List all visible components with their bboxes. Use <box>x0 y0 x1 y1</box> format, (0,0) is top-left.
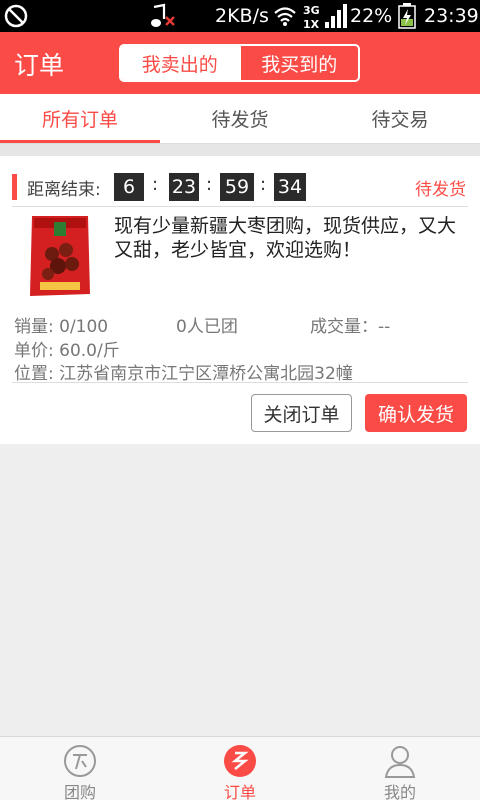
signal-icon: 3G 1X <box>303 4 347 30</box>
segment-sold[interactable]: 我卖出的 <box>121 46 239 80</box>
section-gap <box>0 144 480 156</box>
confirm-shipment-button[interactable]: 确认发货 <box>365 394 467 432</box>
product-description: 现有少量新疆大枣团购，现货供应，又大又甜，老少皆宜，欢迎选购！ <box>114 215 457 261</box>
nav-orders[interactable]: 订单 <box>160 737 320 800</box>
close-order-button[interactable]: 关闭订单 <box>251 394 352 432</box>
countdown-label: 距离结束: <box>27 180 101 200</box>
tab-pending-shipment[interactable]: 待发货 <box>160 94 320 143</box>
battery-percent: 22% <box>350 5 393 27</box>
countdown-hours: 23 <box>169 173 199 201</box>
nav-label: 我的 <box>383 783 416 800</box>
orders-icon <box>224 745 256 777</box>
product-image[interactable] <box>28 214 92 300</box>
nav-label: 订单 <box>223 783 256 800</box>
joined-count: 0人已团 <box>176 317 238 337</box>
tab-pending-trade[interactable]: 待交易 <box>320 94 480 143</box>
music-muted-icon <box>151 3 175 27</box>
battery-charging-icon <box>398 3 416 29</box>
role-segment-control: 我卖出的 我买到的 <box>119 44 360 82</box>
countdown-days: 6 <box>114 173 144 201</box>
sales-count: 销量: 0/100 <box>14 317 109 337</box>
group-buy-icon <box>64 745 96 777</box>
divider <box>12 382 468 383</box>
countdown-separator: : <box>152 174 159 195</box>
countdown-separator: : <box>206 174 213 195</box>
profile-icon <box>384 746 416 778</box>
accent-bar <box>12 174 17 200</box>
net-speed: 2KB/s <box>215 5 269 27</box>
blocked-icon <box>4 4 28 28</box>
unit-price: 单价: 60.0/斤 <box>14 341 120 361</box>
countdown-seconds: 34 <box>274 173 306 201</box>
segment-bought[interactable]: 我买到的 <box>238 46 359 80</box>
location: 位置: 江苏省南京市江宁区潭桥公寓北园32幢 <box>14 364 353 384</box>
order-card[interactable]: 距离结束: 6 : 23 : 59 : 34 待发货 现有少量新疆大枣团购，现货… <box>0 156 480 444</box>
clock: 23:39 <box>424 5 479 27</box>
order-status: 待发货 <box>415 180 466 200</box>
svg-text:1X: 1X <box>303 18 320 30</box>
countdown-separator: : <box>260 174 267 195</box>
countdown-minutes: 59 <box>220 173 254 201</box>
nav-profile[interactable]: 我的 <box>320 737 480 800</box>
tab-all-orders[interactable]: 所有订单 <box>0 94 160 143</box>
status-bar: 2KB/s 3G 1X 22% 23:39 <box>0 0 480 32</box>
nav-label: 团购 <box>63 783 96 800</box>
svg-text:3G: 3G <box>303 4 320 17</box>
wifi-icon <box>274 7 296 26</box>
nav-group-buy[interactable]: 团购 <box>0 737 160 800</box>
countdown-row: 距离结束: 6 : 23 : 59 : 34 待发货 <box>12 172 468 202</box>
app-header: 订单 我卖出的 我买到的 <box>0 32 480 94</box>
deal-volume: 成交量：-- <box>310 317 391 337</box>
page-title: 订单 <box>14 51 65 80</box>
bottom-navigation: 团购 订单 我的 <box>0 736 480 800</box>
order-tabs: 所有订单 待发货 待交易 <box>0 94 480 144</box>
divider <box>12 206 468 207</box>
